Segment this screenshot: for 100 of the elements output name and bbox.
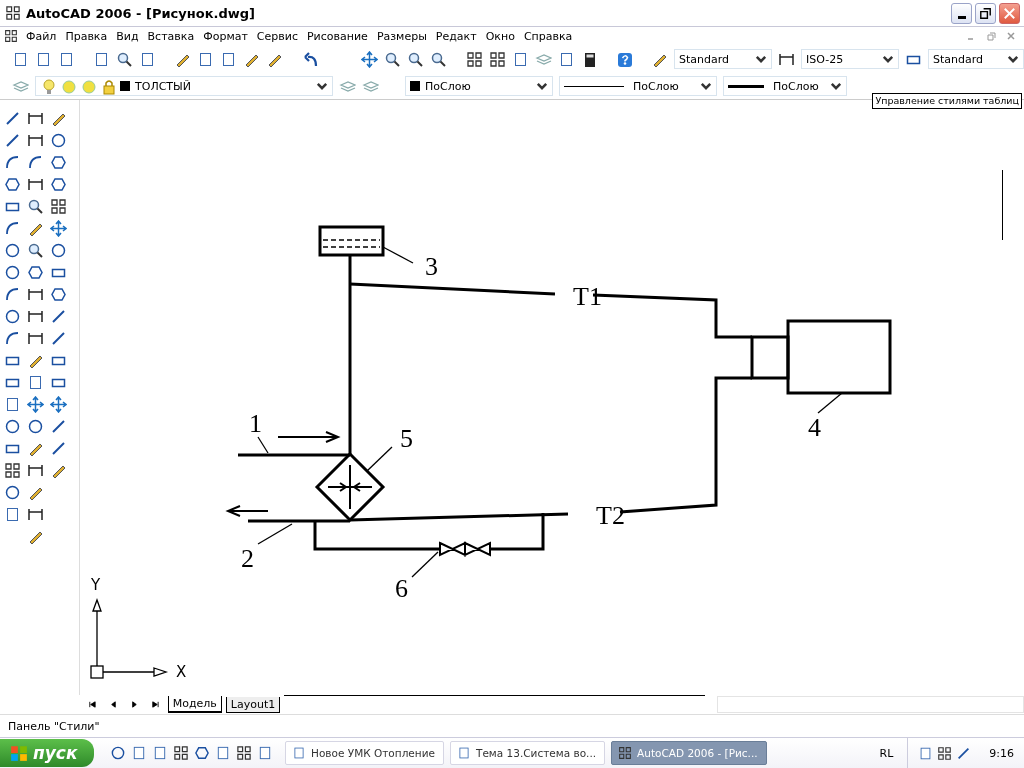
- cross-arrows-icon[interactable]: [361, 50, 379, 68]
- layer-dropdown[interactable]: ТОЛСТЫЙ: [35, 76, 333, 96]
- line-icon[interactable]: [50, 418, 67, 435]
- magnifier-icon[interactable]: [384, 50, 402, 68]
- page-icon[interactable]: [4, 396, 21, 413]
- line-icon[interactable]: [50, 440, 67, 457]
- circle-icon[interactable]: [4, 484, 21, 501]
- cross-arrows-icon[interactable]: [50, 396, 67, 413]
- circle-icon[interactable]: [27, 418, 44, 435]
- dimension-icon[interactable]: [27, 506, 44, 523]
- magnifier-icon[interactable]: [27, 242, 44, 259]
- dimension-icon[interactable]: [27, 132, 44, 149]
- undo-icon[interactable]: [301, 50, 319, 68]
- lineweight-dropdown[interactable]: ПоСлою: [723, 76, 847, 96]
- page-icon[interactable]: [131, 745, 147, 761]
- page-icon[interactable]: [152, 745, 168, 761]
- bulb-icon[interactable]: [40, 77, 57, 95]
- arc-icon[interactable]: [27, 154, 44, 171]
- hexagon-icon[interactable]: [194, 745, 210, 761]
- menu-item[interactable]: Рисование: [302, 29, 373, 43]
- menu-item[interactable]: Размеры: [372, 29, 432, 43]
- horizontal-scrollbar[interactable]: [716, 696, 1024, 713]
- dimension-icon[interactable]: [27, 308, 44, 325]
- menu-item[interactable]: Правка: [61, 29, 113, 43]
- hexagon-icon[interactable]: [50, 286, 67, 303]
- page-icon[interactable]: [35, 50, 52, 68]
- cross-arrows-icon[interactable]: [27, 396, 44, 413]
- menu-item[interactable]: Вид: [112, 29, 144, 43]
- line-icon[interactable]: [50, 330, 67, 347]
- lock-icon[interactable]: [100, 77, 117, 95]
- circle-icon[interactable]: [110, 745, 126, 761]
- app-logo-icon[interactable]: [5, 5, 21, 21]
- close-icon[interactable]: [1006, 31, 1016, 41]
- menu-item[interactable]: Редакт: [431, 29, 482, 43]
- arc-icon[interactable]: [4, 154, 21, 171]
- close-button[interactable]: [999, 2, 1020, 24]
- menu-item[interactable]: Формат: [199, 29, 253, 43]
- dimension-icon[interactable]: [27, 176, 44, 193]
- hexagon-icon[interactable]: [4, 176, 21, 193]
- circle-icon[interactable]: [4, 418, 21, 435]
- menu-item[interactable]: Вставка: [143, 29, 200, 43]
- page-icon[interactable]: [27, 374, 44, 391]
- line-icon[interactable]: [4, 132, 21, 149]
- magnifier-icon[interactable]: [407, 50, 425, 68]
- line-icon[interactable]: [4, 110, 21, 127]
- page-icon[interactable]: [4, 506, 21, 523]
- menu-item[interactable]: Справка: [519, 29, 578, 43]
- magnifier-icon[interactable]: [27, 198, 44, 215]
- text-style-dropdown[interactable]: Standard: [673, 49, 772, 69]
- cross-arrows-icon[interactable]: [50, 220, 67, 237]
- dimension-icon[interactable]: [27, 462, 44, 479]
- menu-item[interactable]: Окно: [481, 29, 520, 43]
- dimension-style-dropdown[interactable]: ISO-25: [800, 49, 899, 69]
- taskbar-button[interactable]: Тема 13.Система во...: [450, 741, 606, 765]
- linetype-dropdown[interactable]: ПоСлою: [559, 76, 717, 96]
- grid-icon[interactable]: [937, 745, 953, 761]
- dimension-icon[interactable]: [27, 286, 44, 303]
- first-page-icon[interactable]: [88, 700, 97, 709]
- help-icon[interactable]: [615, 50, 633, 68]
- menu-item[interactable]: Сервис: [252, 29, 303, 43]
- minimize-button[interactable]: [951, 2, 972, 24]
- dimension-icon[interactable]: [27, 330, 44, 347]
- page-icon[interactable]: [12, 50, 29, 68]
- taskbar-button[interactable]: Новое УМК Отопление: [285, 741, 444, 765]
- grid-icon[interactable]: [488, 50, 506, 68]
- previous-icon[interactable]: [108, 700, 118, 709]
- menu-item[interactable]: Файл: [22, 29, 62, 43]
- page-icon[interactable]: [257, 745, 273, 761]
- last-page-icon[interactable]: [150, 700, 160, 709]
- grid-icon[interactable]: [50, 198, 67, 215]
- line-icon[interactable]: [50, 308, 67, 325]
- arc-icon[interactable]: [4, 330, 21, 347]
- layout-tab[interactable]: Layout1: [225, 696, 281, 713]
- line-icon[interactable]: [956, 745, 972, 761]
- layout-tab[interactable]: Модель: [167, 696, 222, 713]
- page-icon[interactable]: [215, 745, 231, 761]
- circle-icon[interactable]: [4, 308, 21, 325]
- hexagon-icon[interactable]: [27, 264, 44, 281]
- language-indicator[interactable]: RL: [865, 746, 908, 760]
- grid-icon[interactable]: [4, 462, 21, 479]
- circle-icon[interactable]: [50, 242, 67, 259]
- circle-icon[interactable]: [4, 242, 21, 259]
- color-dropdown[interactable]: ПоСлою: [405, 76, 553, 96]
- dimension-icon[interactable]: [27, 110, 44, 127]
- table-style-dropdown[interactable]: Standard: [927, 49, 1024, 69]
- next-icon[interactable]: [129, 700, 139, 709]
- arc-icon[interactable]: [4, 286, 21, 303]
- arc-icon[interactable]: [4, 220, 21, 237]
- magnifier-icon[interactable]: [430, 50, 448, 68]
- circle-icon[interactable]: [4, 264, 21, 281]
- hexagon-icon[interactable]: [50, 154, 67, 171]
- document-icon[interactable]: [4, 29, 18, 43]
- grid-icon[interactable]: [236, 745, 252, 761]
- page-icon[interactable]: [58, 50, 75, 68]
- magnifier-icon[interactable]: [116, 50, 134, 68]
- grid-icon[interactable]: [173, 745, 189, 761]
- restore-button[interactable]: [975, 2, 996, 24]
- hexagon-icon[interactable]: [50, 176, 67, 193]
- circle-icon[interactable]: [50, 132, 67, 149]
- grid-icon[interactable]: [465, 50, 483, 68]
